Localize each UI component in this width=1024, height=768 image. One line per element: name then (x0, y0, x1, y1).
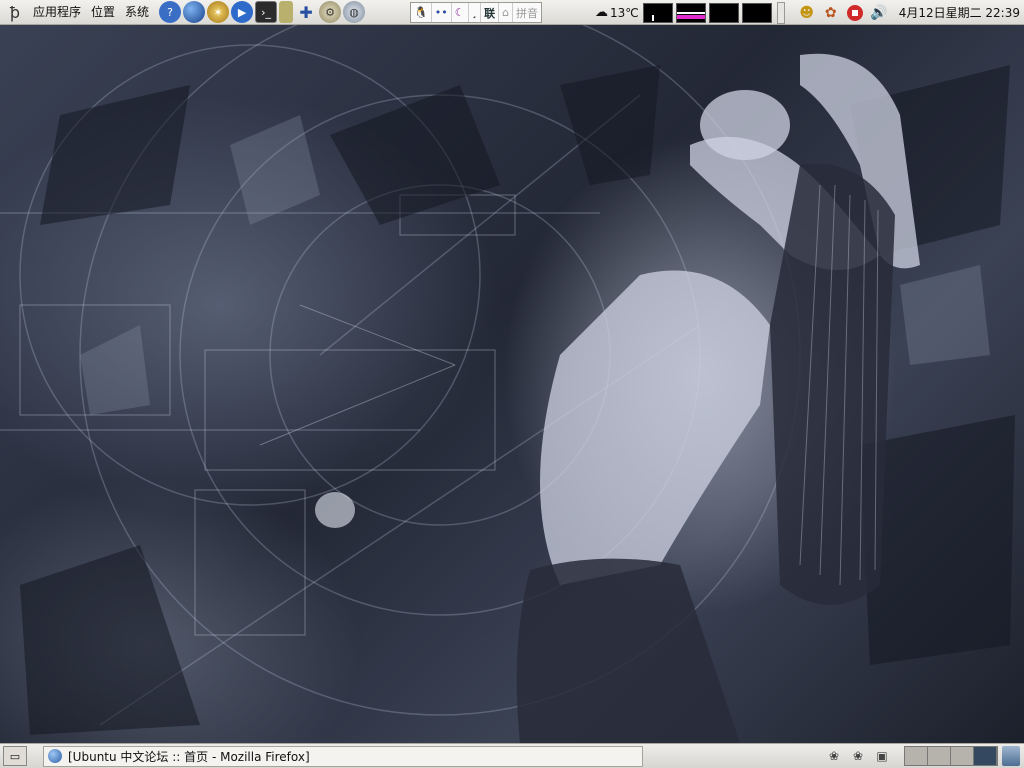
top-panel: ꝥ 应用程序 位置 系统 ? ✶ ▶ ›_ ✚ ⚙ ◍ 🐧 •• ☾ ¸ 联 ⌂… (0, 0, 1024, 25)
network-monitor[interactable] (675, 2, 706, 23)
show-desktop-button[interactable]: ▭ (3, 746, 27, 766)
top-tray: ☁ 13℃ ☻ ✿ 🔊 4月12日星期二 22:39 (595, 0, 1024, 25)
disk-monitor[interactable] (741, 2, 772, 23)
notes-icon[interactable] (279, 1, 294, 23)
show-desktop-icon: ▭ (9, 749, 21, 763)
browser-globe-icon[interactable] (183, 1, 206, 23)
taskbar-item-firefox[interactable]: [Ubuntu 中文论坛 :: 首页 - Mozilla Firefox] (43, 745, 643, 767)
bottom-tray: ❀ ❀ ▣ (822, 744, 1024, 768)
stop-record-icon[interactable] (845, 3, 865, 23)
media-player-icon[interactable]: ▶ (231, 1, 254, 23)
main-menu: ꝥ 应用程序 位置 系统 (0, 0, 154, 25)
ime-pinyin[interactable]: 拼音 (513, 3, 541, 22)
weather-applet[interactable]: ☁ 13℃ (595, 5, 639, 20)
input-method-bar: 🐧 •• ☾ ¸ 联 ⌂ 拼音 (410, 2, 543, 23)
ime-separator-icon: ⌂ (499, 3, 514, 22)
volume-icon[interactable]: 🔊 (869, 3, 889, 23)
dots-icon[interactable]: •• (432, 3, 452, 22)
network-icon[interactable]: ⚙ (319, 1, 342, 23)
weather-cloud-icon: ☁ (594, 5, 608, 20)
menu-system[interactable]: 系统 (120, 0, 154, 25)
menu-places[interactable]: 位置 (86, 0, 120, 25)
clock[interactable]: 4月12日星期二 22:39 (891, 4, 1024, 21)
cpu-monitor[interactable] (642, 2, 673, 23)
workspace-switcher (904, 746, 998, 766)
gnome-foot-icon[interactable]: ꝥ (4, 1, 26, 23)
penguin-icon[interactable]: 🐧 (411, 3, 432, 22)
ime-lian[interactable]: 联 (481, 3, 500, 22)
workspace-2[interactable] (928, 747, 951, 765)
workspace-3[interactable] (951, 747, 974, 765)
window-list-icon[interactable]: ▣ (872, 747, 892, 765)
compass-icon[interactable]: ✶ (207, 1, 230, 23)
bottom-panel: ▭ [Ubuntu 中文论坛 :: 首页 - Mozilla Firefox] … (0, 743, 1024, 768)
weather-temp: 13℃ (609, 5, 639, 20)
update-icon[interactable]: ✚ (295, 1, 317, 23)
wallpaper-art (0, 25, 1015, 743)
desktop-wallpaper (0, 25, 1024, 743)
flower-applet-2-icon[interactable]: ❀ (848, 747, 868, 765)
flower-applet-icon[interactable]: ❀ (824, 747, 844, 765)
globe-icon[interactable]: ◍ (343, 1, 366, 23)
flower-icon[interactable]: ✿ (821, 3, 841, 23)
trash-icon[interactable] (1002, 746, 1020, 766)
taskbar-item-title: [Ubuntu 中文论坛 :: 首页 - Mozilla Firefox] (68, 749, 310, 764)
workspace-1[interactable] (905, 747, 928, 765)
menu-applications[interactable]: 应用程序 (28, 0, 86, 25)
help-icon[interactable]: ? (159, 1, 182, 23)
launcher-bar: ? ✶ ▶ ›_ ✚ ⚙ ◍ (158, 1, 366, 23)
workspace-4[interactable] (974, 747, 997, 765)
punctuation-icon[interactable]: ¸ (469, 3, 482, 22)
firefox-icon (48, 749, 62, 763)
user-icon[interactable]: ☻ (797, 3, 817, 23)
moon-icon[interactable]: ☾ (452, 3, 469, 22)
terminal-icon[interactable]: ›_ (255, 1, 278, 23)
panel-drag-handle[interactable] (776, 1, 785, 24)
memory-monitor[interactable] (708, 2, 739, 23)
